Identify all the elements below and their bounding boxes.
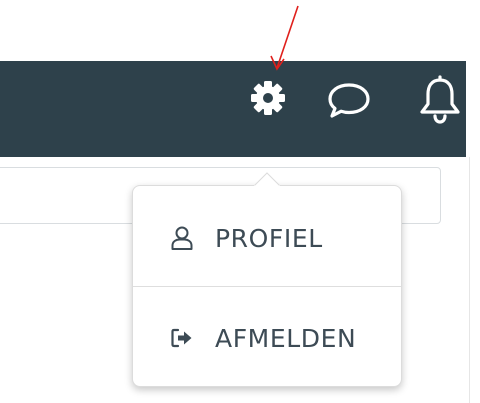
- menu-divider: [133, 286, 401, 287]
- topbar-edge: [466, 61, 480, 157]
- dropdown-caret: [254, 172, 280, 187]
- menu-item-logout[interactable]: AFMELDEN: [133, 290, 401, 386]
- menu-item-profile-label: PROFIEL: [215, 223, 323, 253]
- notifications-button[interactable]: [412, 72, 468, 126]
- chat-bubble-icon: [328, 83, 370, 118]
- bell-icon: [420, 75, 460, 124]
- gear-icon: [251, 81, 285, 115]
- messages-button[interactable]: [324, 78, 374, 122]
- sign-out-icon: [171, 327, 193, 349]
- panel-border: [469, 157, 470, 403]
- menu-item-logout-label: AFMELDEN: [215, 323, 357, 353]
- top-navigation-bar: [0, 61, 466, 157]
- user-icon: [171, 226, 193, 250]
- settings-dropdown-menu: PROFIEL AFMELDEN: [132, 185, 402, 387]
- menu-item-profile[interactable]: PROFIEL: [133, 190, 401, 286]
- settings-button[interactable]: [244, 76, 292, 120]
